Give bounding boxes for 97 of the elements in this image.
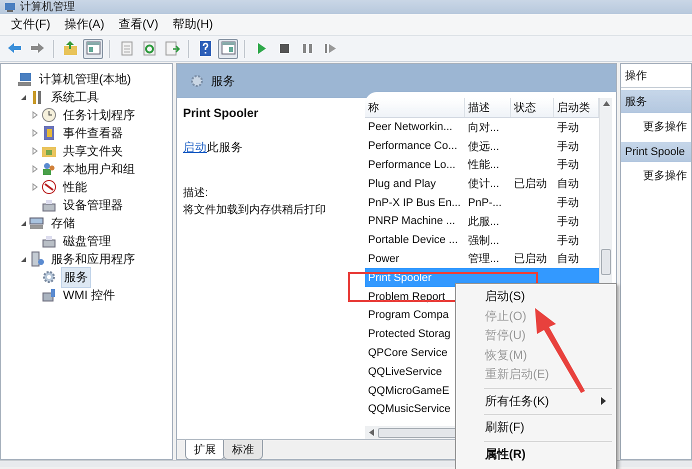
table-cell-text: 手动 (556, 140, 580, 154)
table-cell-text: Performance Lo... (367, 158, 456, 171)
clock-icon (41, 107, 57, 123)
table-cell-text: 已启动 (513, 176, 548, 192)
tree-item[interactable]: 任务计划程序 (61, 106, 137, 124)
tree-item[interactable]: 系统工具 (49, 88, 101, 106)
table-cell-text: 手动 (556, 234, 580, 248)
window-title: 计算机管理 (20, 1, 75, 13)
service-name: Print Spooler (183, 106, 260, 120)
table-cell-text: 使计... (467, 177, 500, 192)
link-text: 此服务 (207, 142, 243, 154)
table-cell-text: Power (367, 252, 400, 265)
table-cell-text: 手动 (556, 196, 580, 210)
menu-item[interactable]: 查看(V) (113, 14, 164, 35)
action-pane-button[interactable] (218, 38, 238, 58)
table-cell-text: Plug and Play (367, 178, 437, 190)
menu-item[interactable]: 帮助(H) (167, 14, 218, 35)
view-tab[interactable]: 标准 (223, 440, 263, 460)
start-link[interactable]: 启动 (183, 142, 207, 154)
table-cell-text: 手动 (556, 158, 580, 172)
tree-item[interactable]: 存储 (49, 214, 77, 232)
gear-icon (189, 73, 205, 89)
users-icon (41, 161, 57, 177)
tree-item[interactable]: 本地用户和组 (61, 160, 137, 178)
collapsed-arrow-icon[interactable] (32, 111, 38, 119)
table-cell-text: 自动 (556, 177, 580, 192)
scroll-thumb[interactable] (601, 249, 611, 275)
table-cell-text: PNRP Machine ... (367, 215, 456, 228)
menu-item[interactable]: 刷新(F) (485, 419, 524, 436)
menu-item[interactable]: 文件(F) (6, 14, 56, 35)
collapsed-arrow-icon[interactable] (32, 129, 38, 137)
section-header[interactable]: 服务 (621, 90, 691, 113)
panel-title: 操作 (621, 64, 691, 88)
tree-item[interactable]: 共享文件夹 (61, 142, 125, 160)
table-cell-text: PnP-X IP Bus En... (367, 196, 462, 209)
refresh-icon[interactable] (140, 40, 158, 57)
computer-icon (4, 2, 16, 12)
column-header[interactable]: 称 (365, 98, 465, 117)
panel-title: 服务 (211, 72, 235, 90)
table-cell-text: 手动 (556, 214, 580, 229)
scroll-up-icon[interactable] (602, 101, 610, 106)
table-cell-text: 手动 (556, 120, 580, 135)
printer-icon (41, 197, 57, 213)
export-icon[interactable] (164, 40, 180, 57)
console-tree-button[interactable] (83, 38, 103, 58)
tree-item[interactable]: 设备管理器 (61, 196, 125, 214)
table-cell-text: Performance Co... (367, 140, 458, 152)
table-cell-text: 强制... (467, 234, 500, 248)
menu-item[interactable]: 所有任务(K) (485, 392, 549, 410)
view-tab[interactable]: 扩展 (185, 440, 225, 460)
tree-item[interactable]: 事件查看器 (61, 124, 125, 142)
table-cell-text: 自动 (556, 252, 580, 266)
action-link[interactable]: 更多操作 (621, 113, 691, 140)
expanded-arrow-icon[interactable] (20, 94, 26, 100)
table-cell-text: 此服... (467, 214, 500, 229)
collapsed-arrow-icon[interactable] (32, 183, 38, 191)
table-cell-text: 已启动 (513, 252, 548, 266)
submenu-arrow-icon (601, 397, 606, 406)
table-cell-text: Problem Report (367, 290, 446, 303)
folder-up-icon[interactable] (62, 40, 78, 57)
table-cell-text: 向对... (467, 120, 500, 135)
menu-item[interactable]: 启动(S) (485, 288, 525, 306)
table-cell-text: 管理... (467, 252, 500, 266)
table-cell-text: QQMusicService (367, 403, 452, 416)
description-text: 将文件加载到内存供稍后打印 (183, 202, 327, 217)
column-header[interactable]: 状态 (511, 98, 554, 117)
storage-icon (29, 215, 45, 231)
book-icon (41, 125, 57, 141)
scroll-left-icon[interactable] (369, 429, 374, 436)
table-cell-text: Protected Storag (367, 328, 452, 340)
tree-item[interactable]: 磁盘管理 (61, 232, 113, 250)
tree-item[interactable]: WMI 控件 (61, 286, 117, 304)
gear-icon (41, 269, 57, 285)
table-cell-text: QQLiveService (367, 366, 443, 378)
description-label: 描述: (183, 186, 210, 200)
menu-item[interactable]: 属性(R) (485, 446, 526, 463)
tree-item[interactable]: 服务和应用程序 (49, 250, 137, 268)
table-cell-text: 性能... (466, 158, 500, 172)
table-cell-text: Program Compa (367, 309, 450, 322)
section-header[interactable]: Print Spoole (621, 142, 691, 162)
table-cell-text: Portable Device ... (367, 234, 459, 246)
table-cell-text: QPCore Service (367, 346, 448, 359)
collapsed-arrow-icon[interactable] (32, 165, 38, 173)
table-cell-text: QQMicroGameE (367, 384, 450, 397)
tree-item[interactable]: 计算机管理(本地) (37, 70, 133, 88)
expanded-arrow-icon[interactable] (20, 220, 26, 226)
table-cell-text: 使远... (467, 140, 500, 154)
expanded-arrow-icon[interactable] (20, 256, 26, 262)
menu-item[interactable]: 操作(A) (59, 14, 110, 35)
tree-item[interactable]: 服务 (61, 266, 91, 288)
table-cell-text: PnP-... (467, 196, 503, 209)
tree-item[interactable]: 性能 (61, 178, 89, 196)
computer-icon (17, 71, 33, 87)
collapsed-arrow-icon[interactable] (32, 147, 38, 155)
action-link[interactable]: 更多操作 (621, 162, 691, 189)
column-header[interactable]: 描述 (465, 98, 511, 117)
table-cell-text: Peer Networkin... (367, 121, 454, 134)
